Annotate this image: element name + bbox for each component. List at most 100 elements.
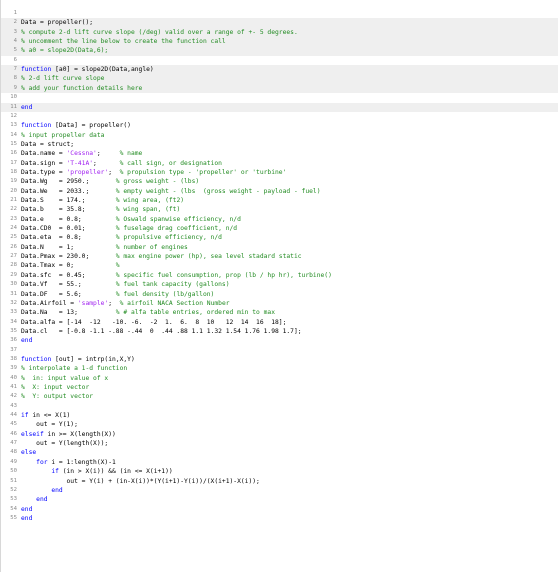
code-line[interactable]: 53 end	[1, 495, 558, 504]
code-text: Data.S = 174.; % wing area, (ft2)	[21, 196, 184, 205]
keyword-token: elseif	[21, 430, 44, 438]
code-text: out = Y(length(X));	[21, 439, 108, 448]
code-text: Data.sfc = 0.45; % specific fuel consump…	[21, 271, 332, 280]
code-line[interactable]: 51 out = Y(i) + (in-X(i))*(Y(i+1)-Y(i))/…	[1, 477, 558, 486]
code-line[interactable]: 29 Data.sfc = 0.45; % specific fuel consu…	[1, 271, 558, 280]
code-line[interactable]: 16 Data.name = 'Cessna'; % name	[1, 149, 558, 158]
comment-token: % X: input vector	[21, 384, 90, 391]
code-line[interactable]: 22 Data.b = 35.8; % wing span, (ft)	[1, 205, 558, 214]
line-number: 53	[10, 496, 17, 503]
line-number: 40	[10, 374, 17, 381]
code-line[interactable]: 33 Data.Na = 13; % # alfa table entries, …	[1, 308, 558, 317]
line-number: 29	[10, 271, 17, 278]
code-line[interactable]: 40 % in: input value of x	[1, 374, 558, 383]
code-line[interactable]: 55 end	[1, 514, 558, 523]
line-number: 48	[10, 449, 17, 456]
code-line[interactable]: 44 if in <= X(1)	[1, 411, 558, 420]
code-line[interactable]: 13 function [Data] = propeller()	[1, 121, 558, 130]
comment-token: % fuselage drag coefficient, n/d	[115, 225, 238, 233]
code-line[interactable]: 19 Data.Wg = 2950.; % gross weight - (lbs…	[1, 177, 558, 186]
code-line[interactable]: 34 Data.alfa = [-14 -12 -10. -6. -2 1. 6.…	[1, 318, 558, 327]
code-editor[interactable]: 1 2 Data = propeller(); 3% compute 2-d lift…	[0, 0, 559, 572]
code-line[interactable]: 50 if (in > X(i)) && (in <= X(i+1))	[1, 467, 558, 476]
line-number: 2	[13, 19, 17, 26]
comment-token: % interpolate a 1-d function	[21, 365, 128, 373]
code-line[interactable]: 36 end	[1, 336, 558, 345]
code-line[interactable]: 9 % add your function details here	[1, 83, 558, 94]
code-line[interactable]: 4 % uncomment the line below to create th…	[1, 37, 558, 47]
code-token: ;	[93, 159, 120, 167]
code-line[interactable]: 7 function [a0] = slope2D(Data,angle)	[1, 65, 558, 75]
comment-token: %	[115, 262, 120, 270]
code-text: out = Y(1);	[21, 420, 78, 429]
code-line[interactable]: 35 Data.cl = [-0.8 -1.1 -.88 -.44 0 .44 .…	[1, 327, 558, 336]
line-number: 13	[10, 122, 17, 129]
code-line[interactable]: 47 out = Y(length(X));	[1, 439, 558, 448]
code-text: % a0 = slope2D(Data,6);	[21, 46, 108, 55]
code-line[interactable]: 26 Data.N = 1; % number of engines	[1, 243, 558, 252]
code-text: Data.Na = 13; % # alfa table entries, or…	[21, 308, 275, 317]
comment-token: % propulsive efficiency, n/d	[115, 234, 222, 242]
code-line[interactable]: 52 end	[1, 486, 558, 495]
code-line[interactable]: 37	[1, 346, 558, 355]
code-line[interactable]: 14 % input propeller data	[1, 131, 558, 140]
code-line[interactable]: 32 Data.Airfoil = 'sample'; % airfoil NAC…	[1, 299, 558, 308]
code-line[interactable]: 8 % 2-d lift curve slope	[1, 74, 558, 84]
code-line[interactable]: 5 % a0 = slope2D(Data,6);	[1, 46, 558, 56]
code-line[interactable]: 27 Data.Pmax = 230.0; % max engine power …	[1, 252, 558, 261]
code-line[interactable]: 30 Data.Vf = 55.; % fuel tank capacity (g…	[1, 280, 558, 289]
code-line[interactable]: 45 out = Y(1);	[1, 420, 558, 429]
code-line[interactable]: 23 Data.e = 0.8; % Oswald spanwise effici…	[1, 215, 558, 224]
keyword-token: for	[36, 458, 48, 466]
keyword-token: end	[21, 103, 33, 111]
code-line[interactable]: 28 Data.Tmax = 0; %	[1, 261, 558, 270]
code-line[interactable]: 48 else	[1, 448, 558, 457]
code-text: end	[21, 103, 32, 112]
code-line[interactable]: 21 Data.S = 174.; % wing area, (ft2)	[1, 196, 558, 205]
code-token: Data.Na = 13;	[21, 309, 116, 317]
code-line[interactable]: 43	[1, 402, 558, 411]
line-number: 9	[13, 84, 17, 91]
comment-token: % max engine power (hp), sea level stada…	[115, 253, 302, 261]
line-number: 44	[10, 412, 17, 419]
code-line[interactable]: 31 Data.DF = 5.6; % fuel density (lb/gall…	[1, 290, 558, 299]
code-line[interactable]: 41 % X: input vector	[1, 383, 558, 392]
code-line[interactable]: 17 Data.sign = 'T-41A'; % call sign, or d…	[1, 159, 558, 168]
code-line[interactable]: 18 Data.type = 'propeller'; % propulsion …	[1, 168, 558, 177]
code-line[interactable]: 15 Data = struct;	[1, 140, 558, 149]
keyword-token: if	[21, 412, 29, 420]
code-text: Data.Airfoil = 'sample'; % airfoil NACA …	[21, 299, 230, 308]
code-line[interactable]: 2 Data = propeller();	[1, 18, 558, 28]
line-number: 16	[10, 150, 17, 157]
code-line[interactable]: 38 function [out] = intrp(in,X,Y)	[1, 355, 558, 364]
code-line[interactable]: 12	[1, 112, 558, 121]
string-token: 'T-41A'	[66, 159, 94, 167]
line-number: 15	[10, 140, 17, 147]
code-line[interactable]: 20 Data.We = 2033.; % empty weight - (lbs…	[1, 187, 558, 196]
code-line[interactable]: 46 elseif in >= X(length(X))	[1, 430, 558, 439]
code-line[interactable]: 10	[1, 93, 558, 102]
code-text: Data.Tmax = 0; %	[21, 261, 120, 270]
code-line[interactable]: 49 for i = 1:length(X)-1	[1, 458, 558, 467]
code-line[interactable]: 54 end	[1, 505, 558, 514]
code-text: Data = propeller();	[21, 18, 93, 27]
comment-token: % input propeller data	[21, 131, 105, 139]
code-line[interactable]: 6	[1, 56, 558, 65]
code-text: % compute 2-d lift curve slope (/deg) va…	[21, 28, 298, 37]
code-line[interactable]: 3 % compute 2-d lift curve slope (/deg) v…	[1, 27, 558, 38]
code-line[interactable]: 39 % interpolate a 1-d function	[1, 364, 558, 373]
line-number: 35	[10, 327, 17, 334]
code-line[interactable]: 25 Data.eta = 0.8; % propulsive efficienc…	[1, 233, 558, 242]
code-token: out = Y(i) + (in-X(i))*(Y(i+1)-Y(i))/(X(…	[21, 477, 260, 485]
line-number: 37	[10, 346, 17, 353]
code-line[interactable]: 42 % Y: output vector	[1, 392, 558, 401]
line-number: 20	[10, 187, 17, 194]
code-token: Data.eta = 0.8;	[21, 234, 116, 242]
line-number: 19	[10, 178, 17, 185]
code-token: in >= X(length(X))	[43, 430, 116, 438]
code-line[interactable]: 24 Data.CD0 = 0.01; % fuselage drag coeff…	[1, 224, 558, 233]
code-line[interactable]: 11 end	[1, 102, 558, 112]
code-line[interactable]: 1	[1, 9, 558, 18]
